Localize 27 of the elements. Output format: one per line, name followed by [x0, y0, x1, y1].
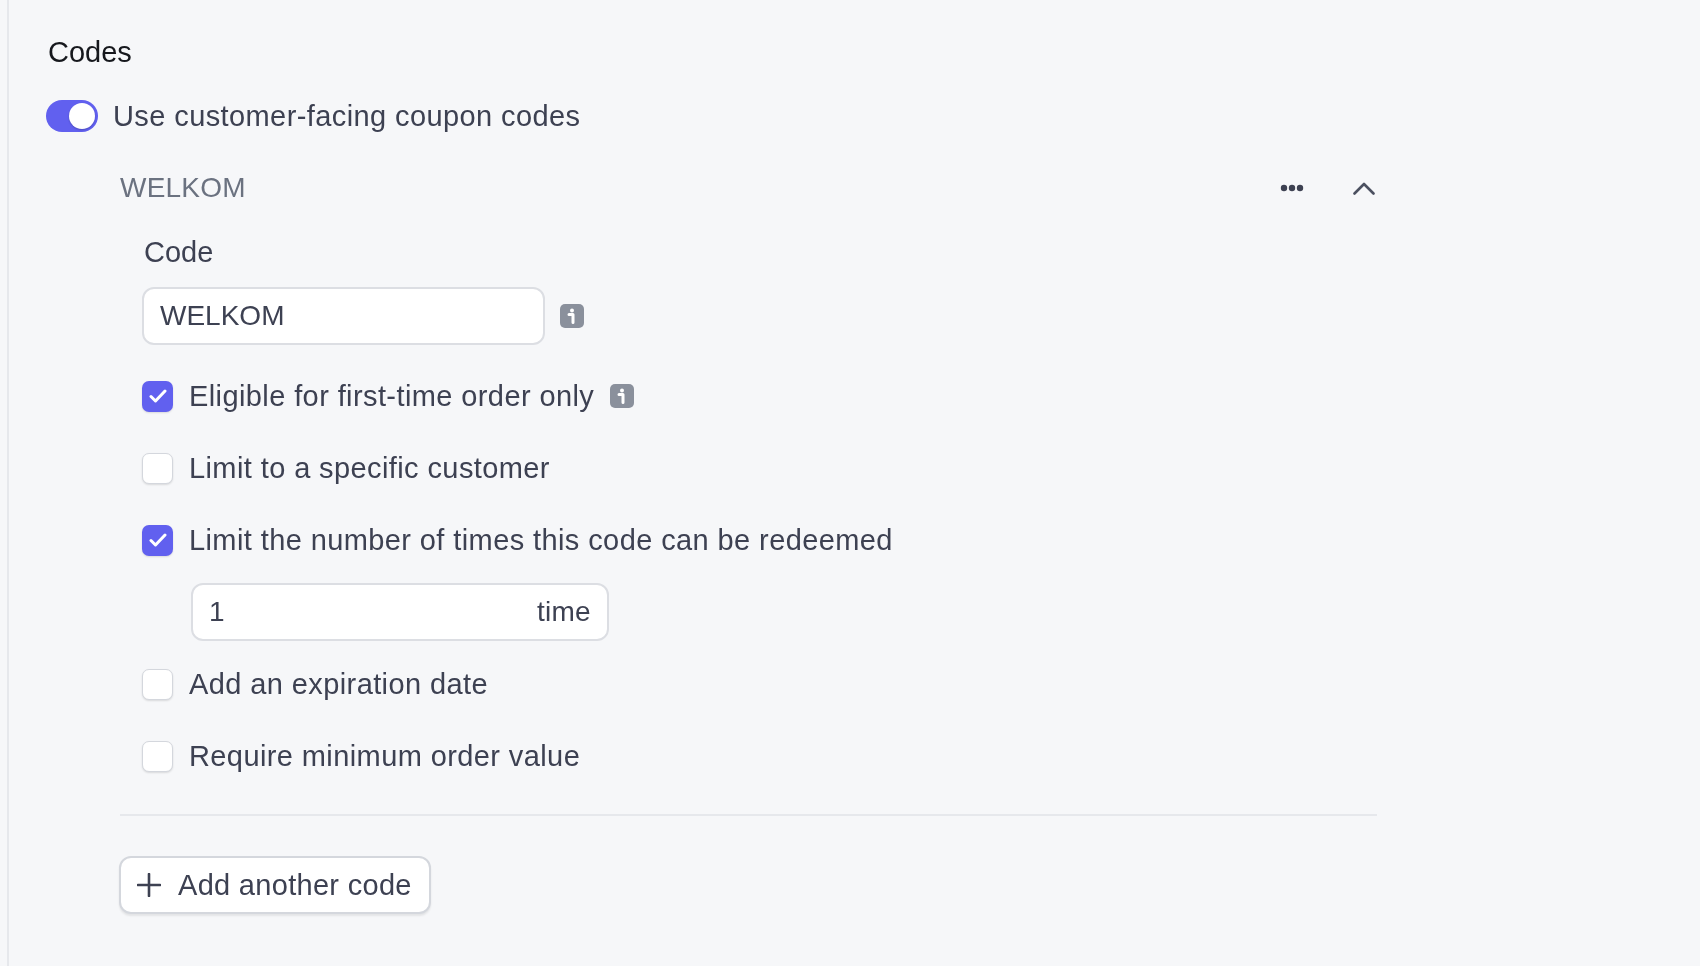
unit-label: time	[536, 596, 591, 628]
checkbox[interactable]	[142, 524, 173, 556]
info-icon[interactable]	[560, 304, 584, 328]
checkbox[interactable]	[142, 380, 173, 412]
add-code-button[interactable]: Add another code	[119, 856, 431, 914]
option-label: Eligible for first-time order only	[189, 379, 595, 414]
checkbox[interactable]	[142, 668, 173, 700]
more-options-icon[interactable]	[1280, 184, 1304, 192]
option-label: Require minimum order value	[189, 739, 581, 774]
info-icon[interactable]	[610, 384, 635, 408]
check-icon	[148, 533, 167, 547]
code-title: WELKOM	[120, 171, 246, 205]
checkbox[interactable]	[142, 740, 173, 772]
checkbox[interactable]	[142, 452, 173, 484]
toggle-label: Use customer-facing coupon codes	[113, 99, 581, 134]
section-title: Codes	[48, 35, 132, 70]
toggle-switch[interactable]	[46, 100, 98, 132]
option-label: Limit to a specific customer	[189, 451, 550, 486]
field-label: Code	[144, 235, 214, 270]
chevron-up-icon[interactable]	[1353, 181, 1375, 195]
plus-icon	[137, 873, 161, 897]
check-icon	[148, 389, 167, 403]
count-input[interactable]: 1	[209, 596, 537, 628]
option-label: Limit the number of times this code can be redeemed	[189, 523, 893, 558]
count-field[interactable]: 1 time	[191, 583, 609, 641]
code-input[interactable]: WELKOM	[142, 287, 545, 345]
option-label: Add an expiration date	[189, 667, 488, 702]
